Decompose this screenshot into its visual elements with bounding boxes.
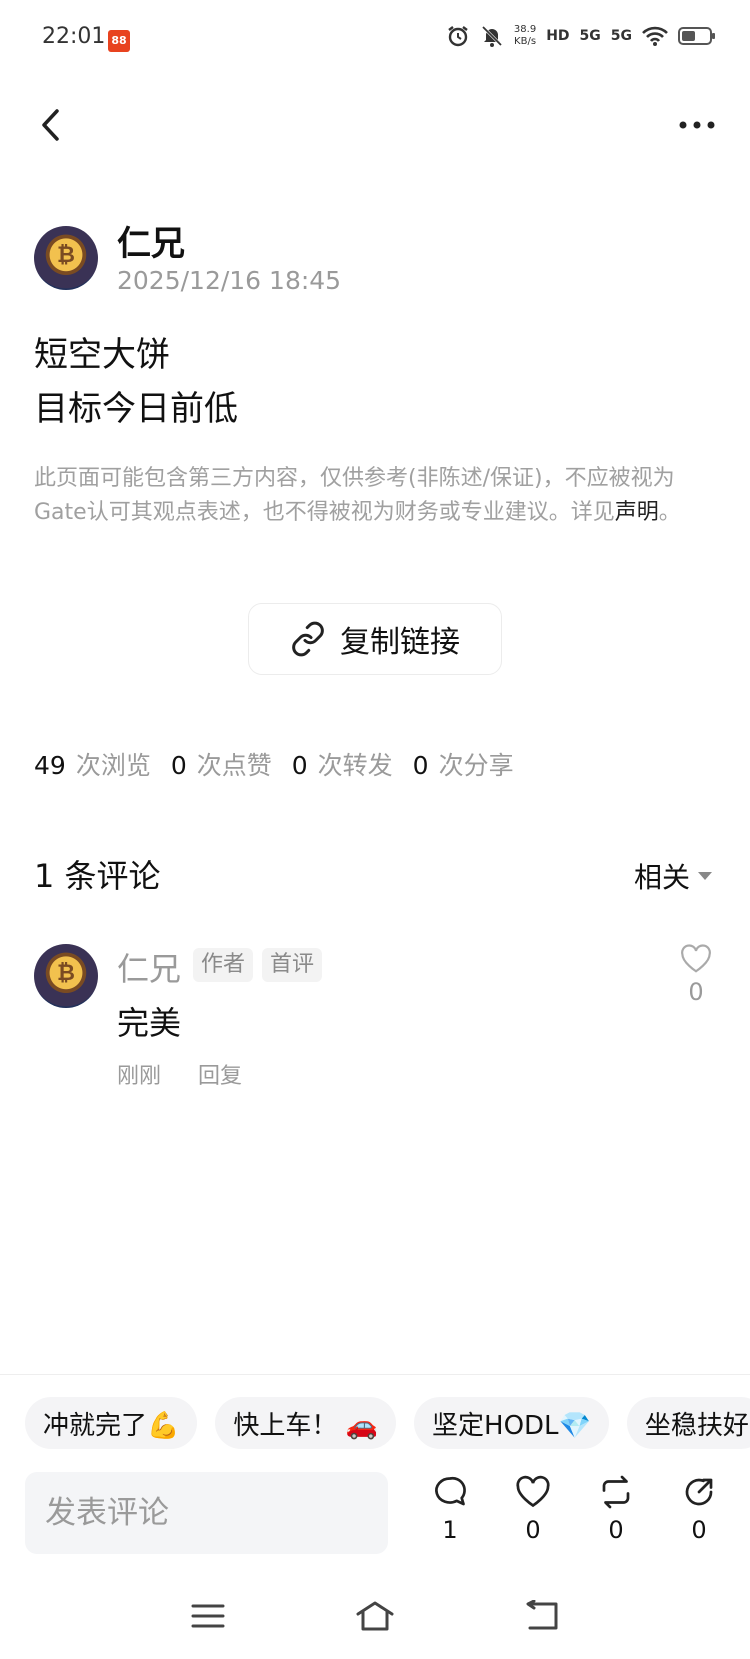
more-button[interactable] <box>672 105 722 145</box>
author-avatar[interactable]: ₿ <box>34 226 98 290</box>
sort-select[interactable]: 相关 <box>634 856 712 896</box>
post-line: 短空大饼 <box>34 335 170 375</box>
hd-indicator: HD <box>546 28 570 44</box>
comment-text: 完美 <box>117 1004 182 1042</box>
caret-down-icon <box>698 872 712 880</box>
disclaimer: 此页面可能包含第三方内容，仅供参考(非陈述/保证)，不应被视为Gate认可其观点… <box>34 466 681 525</box>
repost-action[interactable]: 0 <box>586 1474 646 1544</box>
reply-button[interactable]: 回复 <box>198 1058 242 1090</box>
comment-input[interactable] <box>25 1472 388 1554</box>
reposts-count: 0 <box>291 751 308 780</box>
app-notification-icon: 88 <box>108 30 130 52</box>
share-action-count: 0 <box>691 1516 707 1544</box>
post-detail-screen: 22:01 88 38.9 KB/s HD 5G 5G ₿ 仁兄 2025/12… <box>0 0 750 1659</box>
divider <box>0 1374 750 1375</box>
first-comment-tag: 首评 <box>262 948 323 982</box>
views-label: 次浏览 <box>75 751 151 780</box>
status-time: 22:01 <box>42 24 106 49</box>
like-action-count: 0 <box>525 1516 541 1544</box>
post-date: 2025/12/16 18:45 <box>117 266 342 295</box>
quick-reply-chip[interactable]: 坐稳扶好 <box>626 1397 750 1449</box>
post-body: 短空大饼 目标今日前低 <box>34 328 238 436</box>
back-button[interactable] <box>30 100 70 150</box>
menu-button[interactable] <box>183 1594 233 1638</box>
like-action[interactable]: 0 <box>503 1474 563 1544</box>
sort-label: 相关 <box>633 861 690 894</box>
comment-avatar[interactable]: ₿ <box>34 944 98 1008</box>
quick-reply-chip[interactable]: 快上车！ 🚗 <box>215 1397 397 1449</box>
home-icon <box>356 1601 394 1631</box>
likes-count: 0 <box>170 751 187 780</box>
copy-link-button[interactable]: 复制链接 <box>248 603 502 675</box>
net-speed: 38.9 KB/s <box>513 24 537 47</box>
author-name[interactable]: 仁兄 <box>117 216 185 265</box>
comments-header: 1 条评论 <box>34 857 161 895</box>
more-horizontal-icon <box>679 121 715 129</box>
signal-5g-1: 5G <box>579 28 601 44</box>
post-line: 目标今日前低 <box>34 389 238 429</box>
shares-label: 次分享 <box>438 751 514 780</box>
signal-5g-2: 5G <box>610 28 632 44</box>
comments-action[interactable]: 1 <box>420 1474 480 1544</box>
heart-icon <box>516 1475 550 1508</box>
alarm-icon <box>448 26 468 47</box>
back-icon <box>526 1600 558 1630</box>
status-icons: 38.9 KB/s HD 5G 5G <box>446 24 715 48</box>
post-stats: 49 次浏览 0 次点赞 0 次转发 0 次分享 <box>34 746 534 782</box>
quick-replies: 冲就完了💪 快上车！ 🚗 坚定HODL💎 坐稳扶好 <box>25 1397 750 1449</box>
share-icon <box>685 1478 713 1506</box>
comment-like-button[interactable]: 0 <box>676 944 716 1006</box>
views-count: 49 <box>34 751 66 780</box>
copy-link-label: 复制链接 <box>340 625 460 660</box>
home-button[interactable] <box>350 1594 400 1638</box>
disclaimer-link[interactable]: 声明 <box>615 500 659 525</box>
link-icon <box>292 621 324 657</box>
comment-like-count: 0 <box>688 978 704 1006</box>
system-nav-bar <box>0 1580 750 1650</box>
status-bar: 22:01 88 38.9 KB/s HD 5G 5G <box>0 0 750 80</box>
shares-count: 0 <box>412 751 429 780</box>
system-back-button[interactable] <box>517 1594 567 1638</box>
mute-icon <box>481 25 502 47</box>
heart-icon <box>681 944 711 973</box>
comment-time: 刚刚 <box>117 1064 162 1089</box>
menu-icon <box>191 1604 225 1628</box>
comment-icon <box>435 1476 466 1506</box>
reposts-label: 次转发 <box>317 751 393 780</box>
comments-action-count: 1 <box>442 1516 458 1544</box>
author-tag: 作者 <box>193 948 254 982</box>
repost-action-count: 0 <box>608 1516 624 1544</box>
chevron-left-icon <box>42 109 59 141</box>
comment-author[interactable]: 仁兄 <box>117 944 181 990</box>
likes-label: 次点赞 <box>196 751 272 780</box>
wifi-icon <box>642 26 668 46</box>
battery-icon <box>678 27 715 45</box>
repost-icon <box>602 1475 630 1509</box>
quick-reply-chip[interactable]: 冲就完了💪 <box>25 1397 198 1449</box>
share-action[interactable]: 0 <box>669 1474 729 1544</box>
quick-reply-chip[interactable]: 坚定HODL💎 <box>414 1397 609 1449</box>
